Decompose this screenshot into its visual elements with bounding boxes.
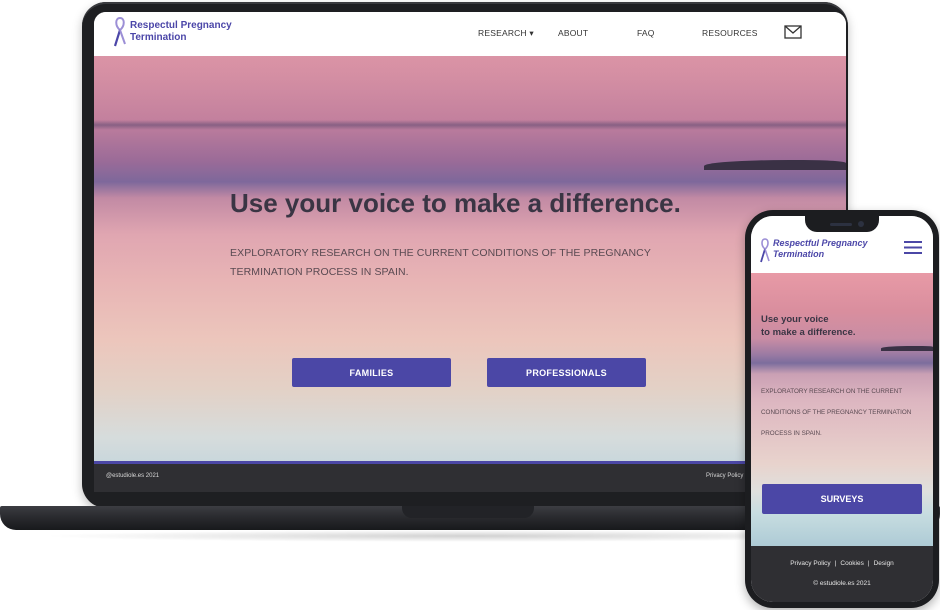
desktop-footer: @estudiole.es 2021 Privacy Policy — [94, 464, 846, 492]
surveys-button[interactable]: SURVEYS — [762, 484, 922, 514]
nav-resources[interactable]: RESOURCES — [702, 28, 758, 38]
professionals-button[interactable]: PROFESSIONALS — [487, 358, 646, 387]
site-logo[interactable]: Respectul Pregnancy Termination — [112, 16, 232, 48]
phone-screen: Respectful Pregnancy Termination Use you… — [751, 216, 933, 602]
horizon-line — [94, 120, 846, 130]
ribbon-logo-icon — [113, 16, 126, 47]
mail-icon[interactable] — [784, 25, 802, 39]
hero-subtitle: EXPLORATORY RESEARCH ON THE CURRENT COND… — [230, 247, 651, 278]
nav-about[interactable]: ABOUT — [558, 28, 588, 38]
laptop-screen: Respectul Pregnancy Termination RESEARCH… — [94, 12, 846, 492]
hamburger-icon[interactable] — [904, 241, 922, 254]
hero-title: Use your voice to make a difference. — [230, 188, 681, 218]
mobile-privacy-link[interactable]: Privacy Policy — [790, 560, 830, 567]
desktop-navbar: Respectul Pregnancy Termination RESEARCH… — [94, 12, 846, 56]
families-button[interactable]: FAMILIES — [292, 358, 451, 387]
mobile-logo-line-2: Termination — [773, 249, 825, 259]
phone-camera — [858, 221, 864, 227]
mobile-footer: Privacy Policy | Cookies | Design © estudiol… — [751, 546, 933, 602]
island-silhouette — [881, 346, 933, 351]
logo-line-1: Respectul Pregnancy — [130, 20, 232, 31]
mobile-footer-copyright: © estudiole.es 2021 — [813, 580, 871, 587]
phone-speaker — [830, 223, 852, 226]
nav-research[interactable]: RESEARCH ▾ — [478, 28, 534, 39]
nav-faq[interactable]: FAQ — [637, 28, 655, 38]
mobile-hero-subtitle: EXPLORATORY RESEARCH ON THE CURRENT COND… — [761, 388, 912, 437]
footer-privacy-link[interactable]: Privacy Policy — [706, 473, 743, 479]
mobile-hero-title: Use your voice to make a difference. — [761, 314, 856, 338]
mobile-site-logo[interactable]: Respectful Pregnancy Termination — [759, 238, 868, 264]
laptop-opening-notch — [402, 506, 534, 518]
mobile-logo-line-1: Respectful Pregnancy — [773, 238, 868, 248]
footer-copyright: @estudiole.es 2021 — [106, 473, 160, 479]
mobile-cookies-link[interactable]: Cookies — [840, 560, 863, 567]
mobile-design-link[interactable]: Design — [874, 560, 894, 567]
ribbon-logo-icon — [760, 238, 770, 263]
island-silhouette — [704, 160, 846, 170]
logo-line-2: Termination — [130, 32, 187, 43]
